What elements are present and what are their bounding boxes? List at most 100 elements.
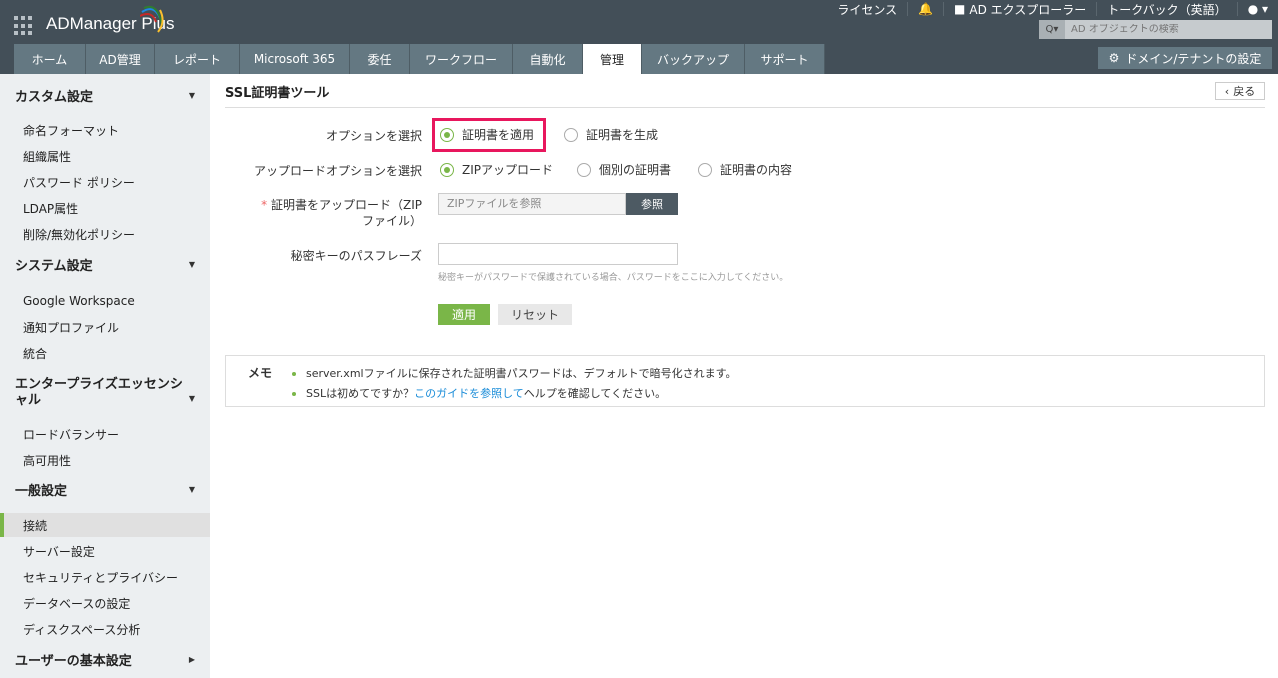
radio-individual-certificate[interactable]: 個別の証明書 bbox=[577, 161, 671, 178]
radio-generate-certificate[interactable]: 証明書を生成 bbox=[564, 126, 658, 143]
title-divider bbox=[225, 107, 1265, 108]
ad-object-search: Q▾ bbox=[1039, 20, 1272, 39]
reset-button[interactable]: リセット bbox=[498, 304, 572, 325]
memo-note: SSLは初めてですか？このガイドを参照してヘルプを確認してください。 bbox=[292, 384, 737, 404]
notification-bell-icon[interactable]: 🔔 bbox=[908, 2, 945, 16]
tab-reports[interactable]: レポート bbox=[155, 44, 240, 74]
talkback-label: トークバック（英語） bbox=[1107, 2, 1227, 17]
folder-icon: ■ bbox=[954, 2, 966, 16]
passphrase-hint: 秘密キーがパスワードで保護されている場合、パスワードをここに入力してください。 bbox=[438, 273, 789, 283]
header: ADManager Plus ライセンス 🔔 ■ AD エクスプローラー トークバ… bbox=[0, 0, 1278, 74]
sidebar-item-disk-space-analysis[interactable]: ディスクスペース分析 bbox=[0, 617, 210, 641]
upload-label: * 証明書をアップロード（ZIPファイル） bbox=[257, 197, 422, 229]
sidebar-item-org-attributes[interactable]: 組織属性 bbox=[0, 144, 210, 168]
radio-zip-upload[interactable]: ZIPアップロード bbox=[440, 161, 553, 178]
required-mark: * bbox=[261, 198, 268, 212]
radio-label: 証明書の内容 bbox=[720, 163, 793, 177]
tab-delegation[interactable]: 委任 bbox=[350, 44, 410, 74]
radio-unchecked-icon bbox=[577, 162, 591, 177]
memo-title: メモ bbox=[248, 366, 273, 380]
radio-certificate-content[interactable]: 証明書の内容 bbox=[698, 161, 792, 178]
sidebar-section-enterprise[interactable]: エンタープライズエッセンシャル ▼ bbox=[15, 377, 195, 409]
tab-support[interactable]: サポート bbox=[745, 44, 825, 74]
domain-settings-button[interactable]: ⚙ ドメイン/テナントの設定 bbox=[1098, 47, 1272, 69]
memo-box: メモ server.xmlファイルに保存された証明書パスワードは、デフォルトで暗… bbox=[225, 355, 1265, 407]
chevron-left-icon: ‹ bbox=[1224, 84, 1230, 98]
section-title: エンタープライズエッセンシャル bbox=[15, 377, 183, 408]
main-tabs: ホーム AD管理 レポート Microsoft 365 委任 ワークフロー 自動… bbox=[14, 44, 825, 74]
license-link[interactable]: ライセンス bbox=[827, 2, 909, 17]
domain-settings-label: ドメイン/テナントの設定 bbox=[1125, 51, 1262, 66]
caret-right-icon: ▶ bbox=[188, 655, 195, 664]
sidebar-item-load-balancer[interactable]: ロードバランサー bbox=[0, 422, 210, 446]
tab-microsoft-365[interactable]: Microsoft 365 bbox=[240, 44, 350, 74]
talkback-link[interactable]: トークバック（英語） bbox=[1097, 2, 1238, 17]
radio-label: 個別の証明書 bbox=[599, 163, 672, 177]
sidebar-section-user-preferences[interactable]: ユーザーの基本設定 ▶ bbox=[15, 654, 195, 670]
page-title: SSL証明書ツール bbox=[225, 86, 330, 101]
bullet-icon bbox=[292, 372, 296, 376]
logo-arc-icon bbox=[140, 5, 164, 33]
browse-button[interactable]: 参照 bbox=[626, 193, 678, 215]
gear-icon: ⚙ bbox=[1108, 51, 1120, 65]
sidebar-item-security-privacy[interactable]: セキュリティとプライバシー bbox=[0, 565, 210, 589]
tab-home[interactable]: ホーム bbox=[14, 44, 86, 74]
sidebar-section-custom[interactable]: カスタム設定 ▼ bbox=[15, 90, 195, 106]
radio-label: 証明書を適用 bbox=[462, 128, 535, 142]
memo-note-text: SSLは初めてですか？ bbox=[306, 387, 415, 400]
memo-note: server.xmlファイルに保存された証明書パスワードは、デフォルトで暗号化さ… bbox=[292, 364, 737, 384]
sidebar-item-database-settings[interactable]: データベースの設定 bbox=[0, 591, 210, 615]
tab-automation[interactable]: 自動化 bbox=[513, 44, 583, 74]
app-grid-icon[interactable] bbox=[14, 16, 34, 36]
section-title: 一般設定 bbox=[15, 484, 68, 499]
radio-checked-icon bbox=[440, 162, 454, 177]
search-icon[interactable]: Q▾ bbox=[1039, 20, 1065, 39]
sidebar-item-password-policy[interactable]: パスワード ポリシー bbox=[0, 170, 210, 194]
sidebar-item-server-settings[interactable]: サーバー設定 bbox=[0, 539, 210, 563]
main-content: SSL証明書ツール ‹ 戻る オプションを選択 証明書を適用 証明書を生成 アップ… bbox=[210, 74, 1278, 678]
sidebar-item-ldap-attributes[interactable]: LDAP属性 bbox=[0, 196, 210, 220]
passphrase-input[interactable] bbox=[438, 243, 678, 265]
sidebar-item-delete-disable-policy[interactable]: 削除/無効化ポリシー bbox=[0, 222, 210, 246]
memo-note-text: ヘルプを確認してください。 bbox=[523, 387, 667, 400]
zip-file-input[interactable]: ZIPファイルを参照 bbox=[438, 193, 626, 215]
radio-label: ZIPアップロード bbox=[462, 163, 553, 177]
caret-down-icon: ▼ bbox=[188, 485, 195, 494]
sidebar-item-high-availability[interactable]: 高可用性 bbox=[0, 448, 210, 472]
sidebar-section-system[interactable]: システム設定 ▼ bbox=[15, 259, 195, 275]
ad-explorer-link[interactable]: ■ AD エクスプローラー bbox=[944, 2, 1098, 17]
option-label: オプションを選択 bbox=[325, 129, 422, 143]
search-input[interactable] bbox=[1065, 24, 1265, 35]
memo-note-text: server.xmlファイルに保存された証明書パスワードは、デフォルトで暗号化さ… bbox=[306, 367, 737, 380]
back-button[interactable]: ‹ 戻る bbox=[1215, 82, 1265, 100]
radio-unchecked-icon bbox=[698, 162, 712, 177]
tab-workflow[interactable]: ワークフロー bbox=[410, 44, 513, 74]
tab-ad-management[interactable]: AD管理 bbox=[86, 44, 155, 74]
sidebar: カスタム設定 ▼ 命名フォーマット 組織属性 パスワード ポリシー LDAP属性 … bbox=[0, 74, 210, 678]
sidebar-item-notification-profiles[interactable]: 通知プロファイル bbox=[0, 315, 210, 339]
apply-button[interactable]: 適用 bbox=[438, 304, 490, 325]
guide-link[interactable]: このガイドを参照して bbox=[414, 387, 524, 400]
section-title: ユーザーの基本設定 bbox=[15, 654, 132, 669]
passphrase-label: 秘密キーのパスフレーズ bbox=[290, 249, 422, 263]
license-label: ライセンス bbox=[837, 2, 898, 17]
sidebar-item-integration[interactable]: 統合 bbox=[0, 341, 210, 365]
tab-admin[interactable]: 管理 bbox=[583, 44, 642, 74]
section-title: システム設定 bbox=[15, 259, 93, 274]
upload-label-text: 証明書をアップロード（ZIPファイル） bbox=[271, 198, 422, 228]
caret-down-icon: ▼ bbox=[188, 91, 195, 100]
caret-down-icon: ▼ bbox=[188, 260, 195, 269]
bullet-icon bbox=[292, 392, 296, 396]
sidebar-item-naming-format[interactable]: 命名フォーマット bbox=[0, 118, 210, 142]
user-avatar-icon[interactable]: ● ▾ bbox=[1238, 2, 1278, 16]
upload-option-label: アップロードオプションを選択 bbox=[253, 164, 422, 178]
caret-down-icon: ▼ bbox=[188, 394, 195, 403]
sidebar-section-general[interactable]: 一般設定 ▼ bbox=[15, 484, 195, 500]
sidebar-item-connection[interactable]: 接続 bbox=[0, 513, 210, 537]
radio-apply-certificate[interactable]: 証明書を適用 bbox=[440, 126, 534, 143]
ad-explorer-label: AD エクスプローラー bbox=[969, 2, 1087, 17]
sidebar-item-google-workspace[interactable]: Google Workspace bbox=[0, 289, 210, 313]
back-label: 戻る bbox=[1233, 85, 1256, 98]
tab-backup[interactable]: バックアップ bbox=[642, 44, 745, 74]
radio-label: 証明書を生成 bbox=[586, 128, 659, 142]
